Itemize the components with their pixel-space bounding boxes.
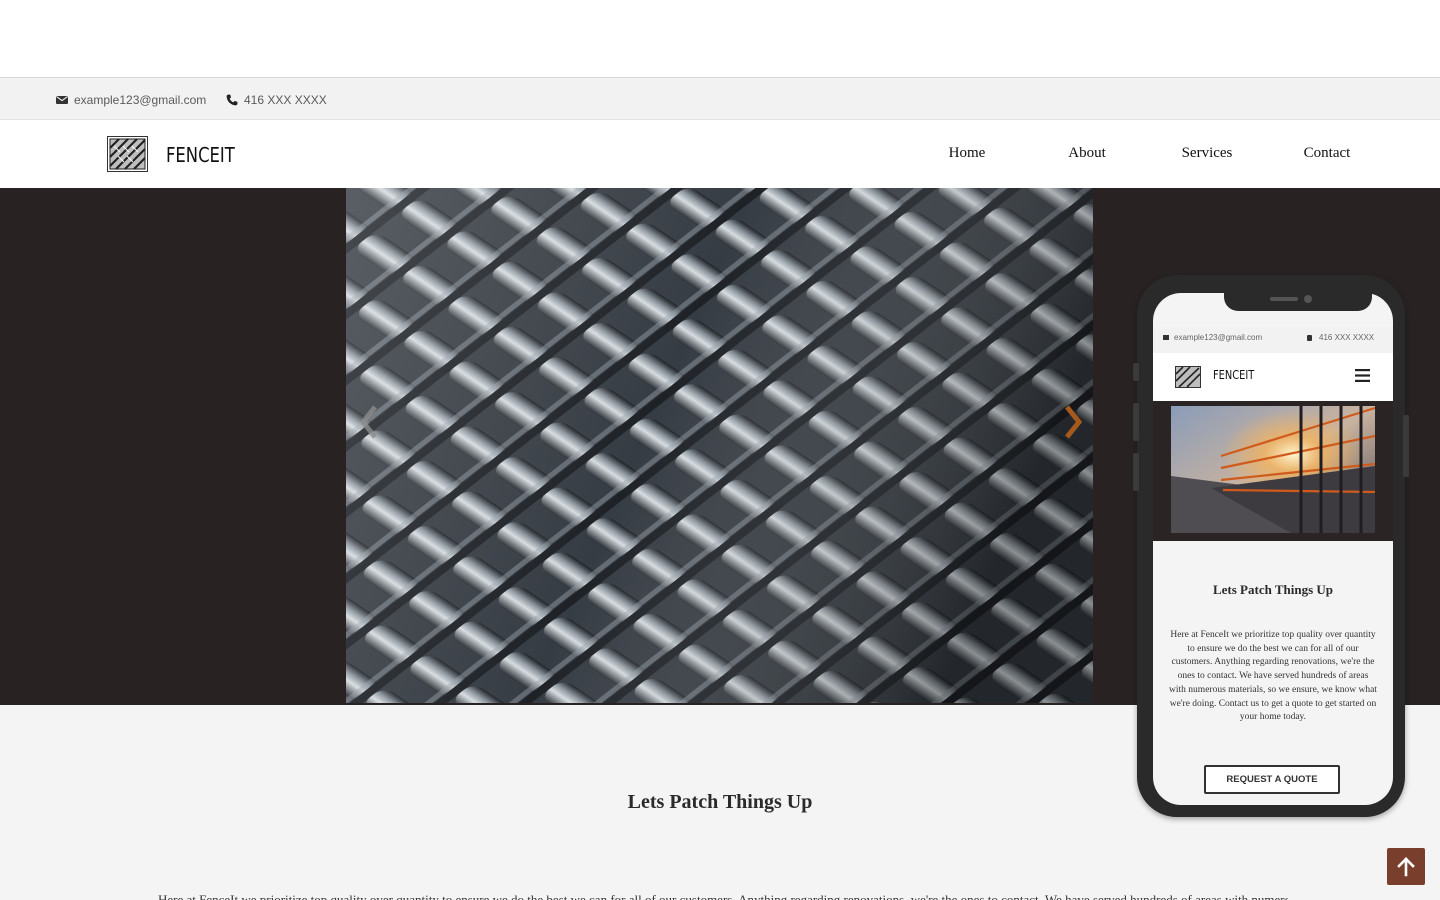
- section-description: Here at FenceIt we prioritize top qualit…: [158, 892, 1288, 900]
- contact-phone-text: 416 XXX XXXX: [244, 93, 327, 107]
- top-blank-area: [0, 0, 1440, 78]
- contact-bar: example123@gmail.com 416 XXX XXXX: [0, 79, 1440, 120]
- mobile-fence-logo-icon: [1175, 366, 1201, 388]
- arrow-up-icon: [1397, 856, 1415, 876]
- mobile-contact-phone: 416 XXX XXXX: [1319, 333, 1375, 342]
- chevron-right-icon: [1065, 405, 1083, 439]
- carousel-next-button[interactable]: [1058, 402, 1088, 442]
- contact-email-text: example123@gmail.com: [74, 93, 207, 107]
- contact-email[interactable]: example123@gmail.com: [56, 92, 206, 108]
- carousel-slide-image: [346, 188, 1093, 703]
- phone-icon: [226, 94, 238, 106]
- mobile-section-title: Lets Patch Things Up: [1212, 582, 1334, 597]
- nav-link-contact[interactable]: Contact: [1290, 145, 1364, 162]
- mobile-brand-name: FENCEIT: [1213, 368, 1255, 382]
- mobile-hero-carousel: [1153, 401, 1393, 541]
- carousel-prev-button[interactable]: [354, 402, 384, 442]
- contact-phone[interactable]: 416 XXX XXXX: [226, 92, 327, 108]
- nav-link-home[interactable]: Home: [930, 145, 1004, 162]
- nav-link-about[interactable]: About: [1050, 145, 1124, 162]
- main-navbar: FENCEIT Home About Services Contact: [0, 120, 1440, 188]
- mobile-navbar: FENCEIT: [1153, 353, 1393, 401]
- mobile-phone-icon: [1307, 335, 1312, 341]
- phone-camera: [1304, 295, 1312, 303]
- brand-name[interactable]: FENCEIT: [166, 143, 235, 167]
- phone-side-button: [1133, 363, 1139, 381]
- nav-link-services[interactable]: Services: [1170, 145, 1244, 162]
- fence-logo-icon[interactable]: [107, 136, 148, 172]
- mobile-envelope-icon: [1163, 335, 1169, 340]
- mobile-contact-email: example123@gmail.com: [1174, 333, 1263, 342]
- phone-speaker: [1270, 297, 1298, 301]
- phone-screen: example123@gmail.com 416 XXX XXXX FENCEI…: [1153, 293, 1393, 805]
- mobile-section-description: Here at FenceIt we prioritize top qualit…: [1169, 630, 1377, 723]
- phone-power-button: [1403, 415, 1409, 477]
- scroll-to-top-button[interactable]: [1387, 848, 1425, 885]
- mobile-fence-photo: [1171, 406, 1375, 533]
- mobile-request-quote-button: REQUEST A QUOTE: [1204, 765, 1340, 794]
- phone-volume-down: [1133, 453, 1139, 491]
- phone-mockup: example123@gmail.com 416 XXX XXXX FENCEI…: [1133, 275, 1409, 817]
- envelope-icon: [56, 96, 68, 104]
- mobile-contact-bar: example123@gmail.com 416 XXX XXXX: [1153, 327, 1393, 353]
- phone-volume-up: [1133, 403, 1139, 441]
- chevron-left-icon: [359, 405, 377, 439]
- phone-notch: [1224, 286, 1372, 311]
- hamburger-icon: [1355, 369, 1370, 382]
